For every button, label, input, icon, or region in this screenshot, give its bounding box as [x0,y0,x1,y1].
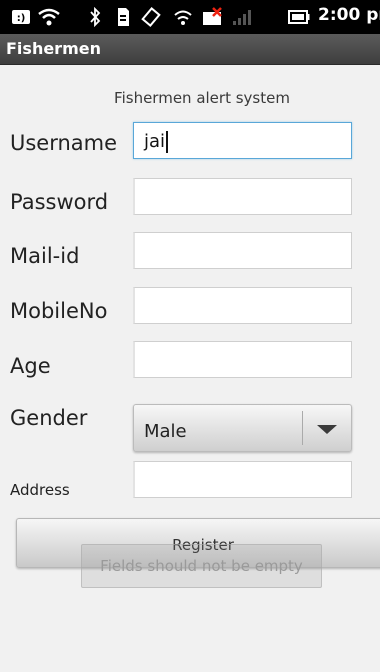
status-bar: :) 2:00 pm [0,0,380,34]
username-label: Username [10,131,118,155]
usb-debug-icon: :) [10,6,32,28]
mail-label: Mail-id [10,244,80,268]
svg-text::): :) [17,13,26,24]
mobile-label: MobileNo [10,299,108,323]
text-cursor [166,131,168,153]
mail-field[interactable] [133,232,352,269]
password-field[interactable] [133,178,352,215]
username-value: jai [144,131,166,152]
rotation-icon [140,6,162,28]
address-label: Address [10,481,70,499]
gender-value: Male [144,421,187,442]
cell-signal-icon [230,6,252,28]
status-time: 2:00 pm [318,5,380,25]
sd-card-icon [114,6,132,28]
username-field[interactable]: jai [133,122,352,159]
password-label: Password [10,190,109,214]
battery-icon [288,6,310,28]
no-sim-icon [200,6,224,28]
dropdown-divider [302,411,303,445]
wifi-signal-icon [172,6,194,28]
wifi-icon [36,6,62,28]
app-title: Fishermen [6,39,101,58]
bluetooth-icon [88,6,102,28]
toast-message: Fields should not be empty [81,544,322,588]
gender-label: Gender [10,406,88,430]
chevron-down-icon [317,425,337,434]
age-label: Age [10,354,51,378]
form-subtitle: Fishermen alert system [114,89,290,107]
address-field[interactable] [133,461,352,498]
mobile-field[interactable] [133,287,352,324]
gender-dropdown[interactable]: Male [133,404,352,452]
title-bar: Fishermen [0,34,380,65]
age-field[interactable] [133,341,352,378]
